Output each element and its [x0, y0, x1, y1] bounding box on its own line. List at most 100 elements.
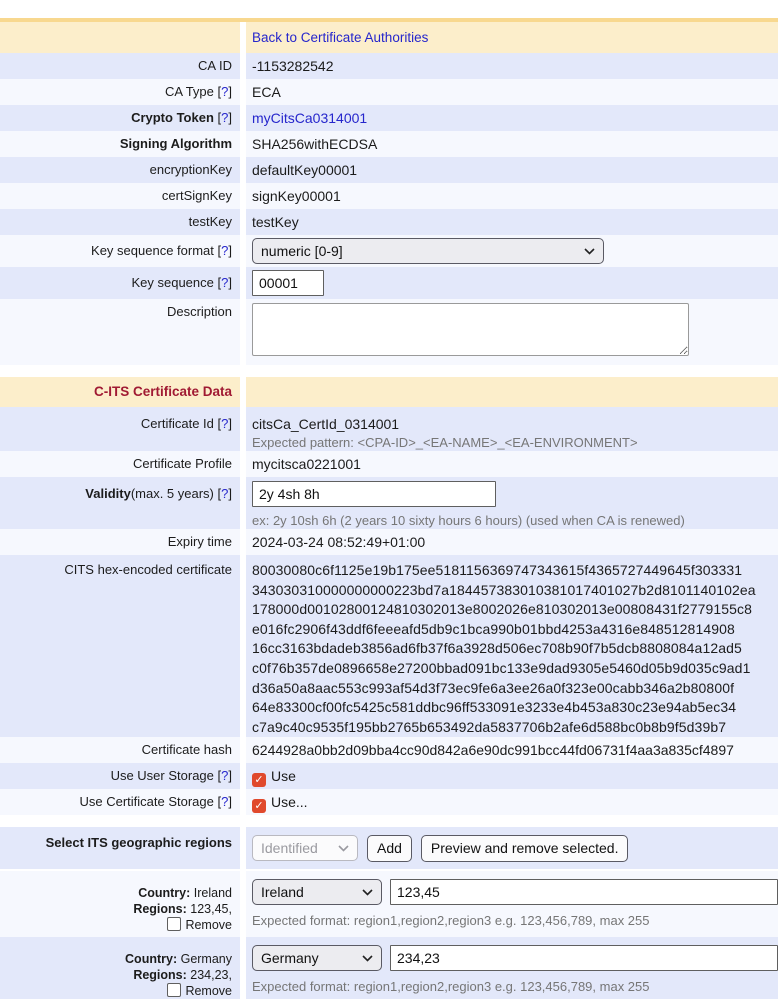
ca-id-label: CA ID: [198, 58, 232, 73]
region-entry-germany: Country: Germany Regions: 234,23, Remove…: [0, 937, 778, 999]
certificate-id-value: citsCa_CertId_0314001: [252, 414, 778, 434]
cert-sign-key-label: certSignKey: [162, 188, 232, 203]
certificate-profile-row: Certificate Profile mycitsca0221001: [0, 451, 778, 477]
use-user-storage-label: Use User Storage: [111, 768, 214, 783]
ca-type-row: CA Type [?] ECA: [0, 79, 778, 105]
ca-type-label: CA Type: [165, 84, 214, 99]
use-certificate-storage-row: Use Certificate Storage [?] Use...: [0, 789, 778, 815]
regions-input[interactable]: [390, 945, 778, 971]
regions-value: 234,23,: [190, 968, 232, 982]
test-key-value: testKey: [252, 214, 299, 230]
cits-section-header-row: C-ITS Certificate Data: [0, 377, 778, 407]
remove-label: Remove: [185, 918, 232, 932]
chevron-down-icon: [584, 248, 595, 255]
regions-label: Regions:: [133, 902, 186, 916]
validity-input[interactable]: [252, 481, 496, 507]
add-region-button[interactable]: Add: [367, 835, 412, 862]
test-key-label: testKey: [189, 214, 232, 229]
remove-checkbox[interactable]: [167, 983, 181, 997]
encryption-key-row: encryptionKey defaultKey00001: [0, 157, 778, 183]
cits-section-title: C-ITS Certificate Data: [94, 384, 232, 399]
ca-type-value: ECA: [252, 84, 281, 100]
country-label: Country:: [125, 952, 177, 966]
certificate-hash-value: 6244928a0bb2d09bba4cc90d842a6e90dc991bcc…: [252, 742, 734, 758]
certificate-id-row: Certificate Id [?] citsCa_CertId_0314001…: [0, 407, 778, 451]
region-type-select[interactable]: Identified: [252, 835, 358, 861]
geographic-regions-row: Select ITS geographic regions Identified…: [0, 827, 778, 871]
key-sequence-format-select[interactable]: numeric [0-9]: [252, 238, 604, 264]
crypto-token-row: Crypto Token [?] myCitsCa0314001: [0, 105, 778, 131]
chevron-down-icon: [338, 845, 349, 852]
preview-remove-button[interactable]: Preview and remove selected.: [421, 835, 629, 862]
chevron-down-icon: [362, 889, 373, 896]
hex-certificate-value: 80030080c6f1125e19b175ee5181156369747343…: [252, 561, 778, 737]
description-textarea[interactable]: [252, 303, 689, 356]
top-spacer: [0, 0, 778, 18]
country-selected: Germany: [261, 950, 319, 966]
cert-sign-key-row: certSignKey signKey00001: [0, 183, 778, 209]
crypto-token-label: Crypto Token: [131, 110, 214, 125]
hex-certificate-row: CITS hex-encoded certificate 80030080c6f…: [0, 555, 778, 737]
cert-sign-key-value: signKey00001: [252, 188, 341, 204]
edit-ca-page: Back to Certificate Authorities CA ID -1…: [0, 0, 778, 999]
key-sequence-label: Key sequence: [131, 275, 213, 290]
country-select[interactable]: Ireland: [252, 879, 382, 905]
geographic-regions-label: Select ITS geographic regions: [46, 835, 232, 850]
description-row: Description: [0, 299, 778, 365]
test-key-row: testKey testKey: [0, 209, 778, 235]
certificate-profile-value: mycitsca0221001: [252, 456, 361, 472]
regions-format-hint: Expected format: region1,region2,region3…: [252, 912, 778, 929]
key-sequence-format-help-link[interactable]: [?]: [218, 243, 232, 258]
remove-label: Remove: [185, 984, 232, 998]
region-type-selected: Identified: [261, 840, 318, 856]
expiry-time-row: Expiry time 2024-03-24 08:52:49+01:00: [0, 529, 778, 555]
country-select[interactable]: Germany: [252, 945, 382, 971]
description-label: Description: [167, 304, 232, 319]
key-sequence-row: Key sequence [?]: [0, 267, 778, 299]
use-user-storage-checkbox[interactable]: [252, 773, 266, 787]
expiry-time-label: Expiry time: [168, 534, 232, 549]
certificate-id-pattern-hint: Expected pattern: <CPA-ID>_<EA-NAME>_<EA…: [252, 434, 778, 451]
signing-algorithm-row: Signing Algorithm SHA256withECDSA: [0, 131, 778, 157]
use-user-storage-checkbox-label: Use: [271, 768, 296, 784]
ca-id-value: -1153282542: [252, 58, 333, 74]
regions-input[interactable]: [390, 879, 778, 905]
validity-row: Validity(max. 5 years) [?] ex: 2y 10sh 6…: [0, 477, 778, 529]
header-row: Back to Certificate Authorities: [0, 18, 778, 53]
ca-id-row: CA ID -1153282542: [0, 53, 778, 79]
use-certificate-storage-checkbox[interactable]: [252, 799, 266, 813]
use-user-storage-help-link[interactable]: [?]: [218, 768, 232, 783]
back-to-certificate-authorities-link[interactable]: Back to Certificate Authorities: [252, 30, 428, 45]
certificate-profile-label: Certificate Profile: [133, 456, 232, 471]
encryption-key-label: encryptionKey: [150, 162, 232, 177]
signing-algorithm-value: SHA256withECDSA: [252, 136, 377, 152]
certificate-hash-label: Certificate hash: [142, 742, 232, 757]
signing-algorithm-label: Signing Algorithm: [120, 136, 232, 151]
country-name: Ireland: [194, 886, 232, 900]
validity-help-link[interactable]: [?]: [218, 486, 232, 501]
ca-type-help-link[interactable]: [?]: [218, 84, 232, 99]
header-label-cell: [0, 22, 240, 53]
chevron-down-icon: [362, 955, 373, 962]
hex-certificate-label: CITS hex-encoded certificate: [64, 562, 232, 577]
certificate-id-help-link[interactable]: [?]: [218, 416, 232, 431]
remove-checkbox[interactable]: [167, 917, 181, 931]
key-sequence-help-link[interactable]: [?]: [218, 275, 232, 290]
regions-label: Regions:: [133, 968, 186, 982]
use-certificate-storage-help-link[interactable]: [?]: [218, 794, 232, 809]
validity-label-suffix: (max. 5 years): [131, 486, 214, 501]
key-sequence-format-row: Key sequence format [?] numeric [0-9]: [0, 235, 778, 267]
certificate-id-label: Certificate Id: [141, 416, 214, 431]
regions-value: 123,45,: [190, 902, 232, 916]
use-user-storage-row: Use User Storage [?] Use: [0, 763, 778, 789]
key-sequence-input[interactable]: [252, 270, 324, 296]
validity-label: Validity: [85, 486, 131, 501]
key-sequence-format-selected: numeric [0-9]: [261, 235, 343, 267]
expiry-time-value: 2024-03-24 08:52:49+01:00: [252, 534, 425, 550]
encryption-key-value: defaultKey00001: [252, 162, 357, 178]
key-sequence-format-label: Key sequence format: [91, 243, 214, 258]
certificate-hash-row: Certificate hash 6244928a0bb2d09bba4cc90…: [0, 737, 778, 763]
crypto-token-help-link[interactable]: [?]: [218, 110, 232, 125]
region-entry-ireland: Country: Ireland Regions: 123,45, Remove…: [0, 871, 778, 937]
crypto-token-link[interactable]: myCitsCa0314001: [252, 110, 367, 126]
